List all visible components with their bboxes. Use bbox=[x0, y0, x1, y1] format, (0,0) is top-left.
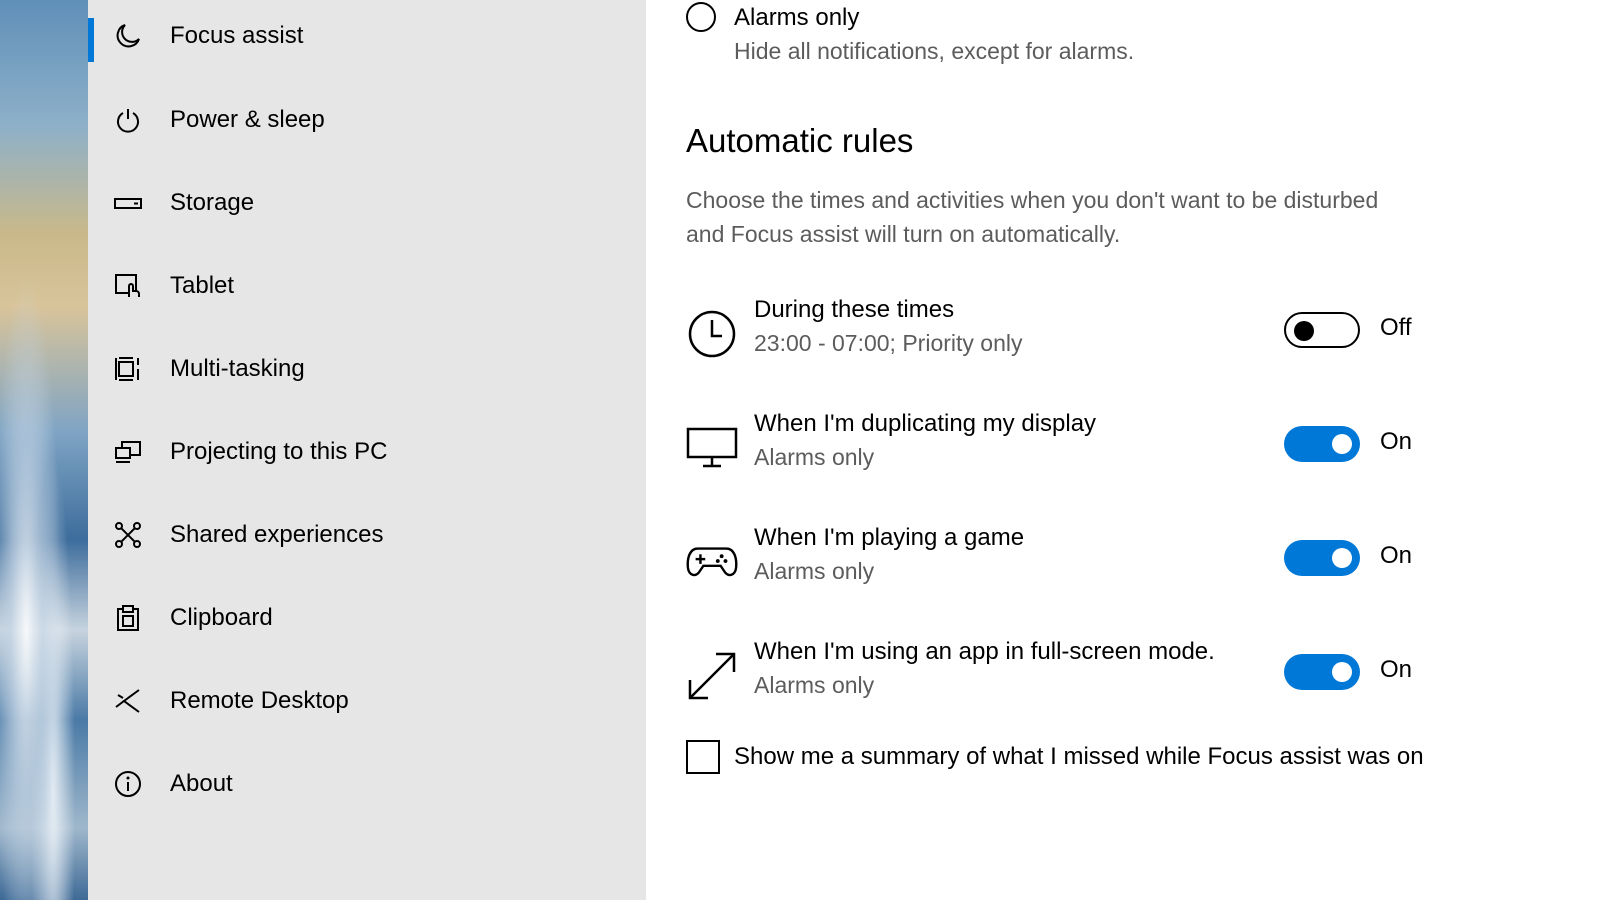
clipboard-icon bbox=[114, 604, 142, 632]
sidebar-item-power-sleep[interactable]: Power & sleep bbox=[88, 88, 646, 152]
sidebar-item-label: About bbox=[170, 770, 233, 797]
sidebar-item-projecting[interactable]: Projecting to this PC bbox=[88, 420, 646, 484]
toggle-knob bbox=[1332, 548, 1352, 568]
fullscreen-arrow-icon bbox=[686, 650, 738, 702]
sidebar-item-label: Power & sleep bbox=[170, 106, 325, 133]
alarms-only-label: Alarms only bbox=[734, 4, 860, 31]
remote-desktop-icon bbox=[114, 687, 142, 715]
sidebar-item-label: Remote Desktop bbox=[170, 687, 349, 714]
toggle-state-label: On bbox=[1380, 656, 1413, 683]
projecting-icon bbox=[114, 438, 142, 466]
multitasking-icon bbox=[114, 355, 142, 383]
playing-game-toggle[interactable] bbox=[1284, 540, 1360, 576]
tablet-icon bbox=[114, 272, 142, 300]
alarms-only-radio[interactable] bbox=[686, 2, 716, 32]
sidebar-item-focus-assist[interactable]: Focus assist bbox=[88, 4, 646, 68]
during-times-toggle[interactable] bbox=[1284, 312, 1360, 348]
sidebar-item-multitasking[interactable]: Multi-tasking bbox=[88, 337, 646, 401]
sidebar-item-clipboard[interactable]: Clipboard bbox=[88, 586, 646, 650]
clock-icon bbox=[686, 308, 738, 360]
rule-subtitle: Alarms only bbox=[754, 672, 875, 698]
toggle-state-label: Off bbox=[1380, 314, 1412, 341]
desktop-wallpaper bbox=[0, 0, 88, 900]
toggle-knob bbox=[1332, 434, 1352, 454]
sidebar-item-label: Projecting to this PC bbox=[170, 438, 388, 465]
toggle-state-label: On bbox=[1380, 428, 1413, 455]
alarms-only-description: Hide all notifications, except for alarm… bbox=[734, 38, 1135, 64]
power-icon bbox=[114, 106, 142, 134]
automatic-rules-heading: Automatic rules bbox=[686, 122, 914, 159]
sidebar-item-label: Storage bbox=[170, 189, 255, 216]
toggle-knob bbox=[1294, 321, 1314, 341]
rule-full-screen: When I'm using an app in full-screen mod… bbox=[686, 638, 1566, 718]
gamepad-icon bbox=[686, 536, 738, 588]
summary-checkbox-label[interactable]: Show me a summary of what I missed while… bbox=[734, 743, 1424, 771]
storage-icon bbox=[114, 189, 142, 217]
sidebar-item-about[interactable]: About bbox=[88, 752, 646, 816]
sidebar-item-label: Clipboard bbox=[170, 604, 273, 631]
moon-icon bbox=[114, 22, 142, 50]
sidebar-item-label: Shared experiences bbox=[170, 521, 384, 548]
sidebar-item-label: Multi-tasking bbox=[170, 355, 305, 382]
full-screen-toggle[interactable] bbox=[1284, 654, 1360, 690]
rule-subtitle: 23:00 - 07:00; Priority only bbox=[754, 330, 1023, 356]
rule-duplicating-display: When I'm duplicating my display Alarms o… bbox=[686, 410, 1566, 490]
duplicating-display-toggle[interactable] bbox=[1284, 426, 1360, 462]
summary-checkbox[interactable] bbox=[686, 740, 720, 774]
sidebar-item-storage[interactable]: Storage bbox=[88, 171, 646, 235]
rule-playing-game: When I'm playing a game Alarms only On bbox=[686, 524, 1566, 604]
automatic-rules-description: Choose the times and activities when you… bbox=[686, 187, 1379, 247]
rule-title[interactable]: When I'm playing a game bbox=[754, 524, 1024, 552]
rule-during-times: During these times 23:00 - 07:00; Priori… bbox=[686, 296, 1566, 376]
monitor-icon bbox=[686, 422, 738, 474]
rule-subtitle: Alarms only bbox=[754, 558, 875, 584]
toggle-knob bbox=[1332, 662, 1352, 682]
sidebar-item-label: Tablet bbox=[170, 272, 235, 299]
rule-title[interactable]: When I'm duplicating my display bbox=[754, 410, 1096, 438]
settings-sidebar: Focus assist Power & sleep Storage Table… bbox=[88, 0, 646, 900]
settings-content: Alarms only Hide all notifications, exce… bbox=[646, 0, 1600, 900]
shared-experiences-icon bbox=[114, 521, 142, 549]
rule-title[interactable]: When I'm using an app in full-screen mod… bbox=[754, 638, 1215, 666]
sidebar-item-remote-desktop[interactable]: Remote Desktop bbox=[88, 669, 646, 733]
sidebar-item-shared-experiences[interactable]: Shared experiences bbox=[88, 503, 646, 567]
toggle-state-label: On bbox=[1380, 542, 1413, 569]
rule-title[interactable]: During these times bbox=[754, 296, 954, 324]
sidebar-item-label: Focus assist bbox=[170, 22, 304, 49]
info-icon bbox=[114, 770, 142, 798]
sidebar-item-tablet[interactable]: Tablet bbox=[88, 254, 646, 318]
rule-subtitle: Alarms only bbox=[754, 444, 875, 470]
